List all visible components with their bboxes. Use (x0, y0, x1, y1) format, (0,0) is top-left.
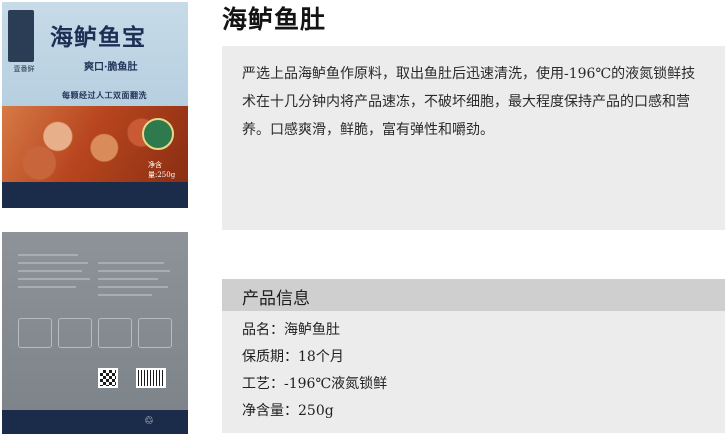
package-subtitle: 爽口·脆鱼肚 (84, 62, 138, 73)
cooking-step-illustration (58, 318, 92, 348)
package-text-line (98, 294, 152, 296)
product-description: 严选上品海鲈鱼作原料，取出鱼肚后迅速清洗，使用-196℃的液氮锁鲜技术在十几分钟… (242, 66, 696, 138)
package-text-line (18, 270, 82, 272)
package-weight: 净含量:250g (148, 161, 176, 179)
package-back-footer (2, 410, 188, 434)
package-text-line (98, 278, 158, 280)
quality-seal-icon (142, 118, 174, 150)
barcode-icon (136, 368, 166, 388)
package-title: 海鲈鱼宝 (50, 24, 146, 51)
product-title: 海鲈鱼肚 (222, 5, 327, 34)
package-text-line (98, 262, 164, 264)
package-text-line (98, 286, 168, 288)
cooking-step-illustration (98, 318, 132, 348)
info-name: 品名：海鲈鱼肚 (242, 322, 340, 338)
package-text-line (18, 286, 76, 288)
info-process: 工艺：-196℃液氮锁鲜 (242, 376, 388, 392)
recycle-icon: ♲ (144, 414, 154, 427)
cooking-step-illustration (138, 318, 172, 348)
info-panel: 品名：海鲈鱼肚 保质期：18个月 工艺：-196℃液氮锁鲜 净含量：250g (222, 311, 725, 433)
package-brand: 壹番鲜 (13, 65, 35, 73)
cooking-step-illustration (18, 318, 52, 348)
package-text-line (98, 270, 170, 272)
package-text-line (18, 254, 78, 256)
brand-logo (8, 10, 34, 62)
info-heading: 产品信息 (222, 279, 725, 311)
package-front-footer (2, 182, 188, 208)
info-net-weight: 净含量：250g (242, 403, 334, 419)
info-shelf-life: 保质期：18个月 (242, 349, 344, 365)
package-slogan: 每颗经过人工双面翻洗 (62, 90, 147, 100)
description-panel: 严选上品海鲈鱼作原料，取出鱼肚后迅速清洗，使用-196℃的液氮锁鲜技术在十几分钟… (222, 46, 725, 230)
package-front-image: 壹番鲜 海鲈鱼宝 爽口·脆鱼肚 每颗经过人工双面翻洗 净含量:250g (2, 2, 188, 208)
qr-code-icon (98, 368, 118, 388)
package-back-image: ♲ (2, 232, 188, 434)
package-text-line (18, 278, 90, 280)
package-text-line (18, 262, 88, 264)
